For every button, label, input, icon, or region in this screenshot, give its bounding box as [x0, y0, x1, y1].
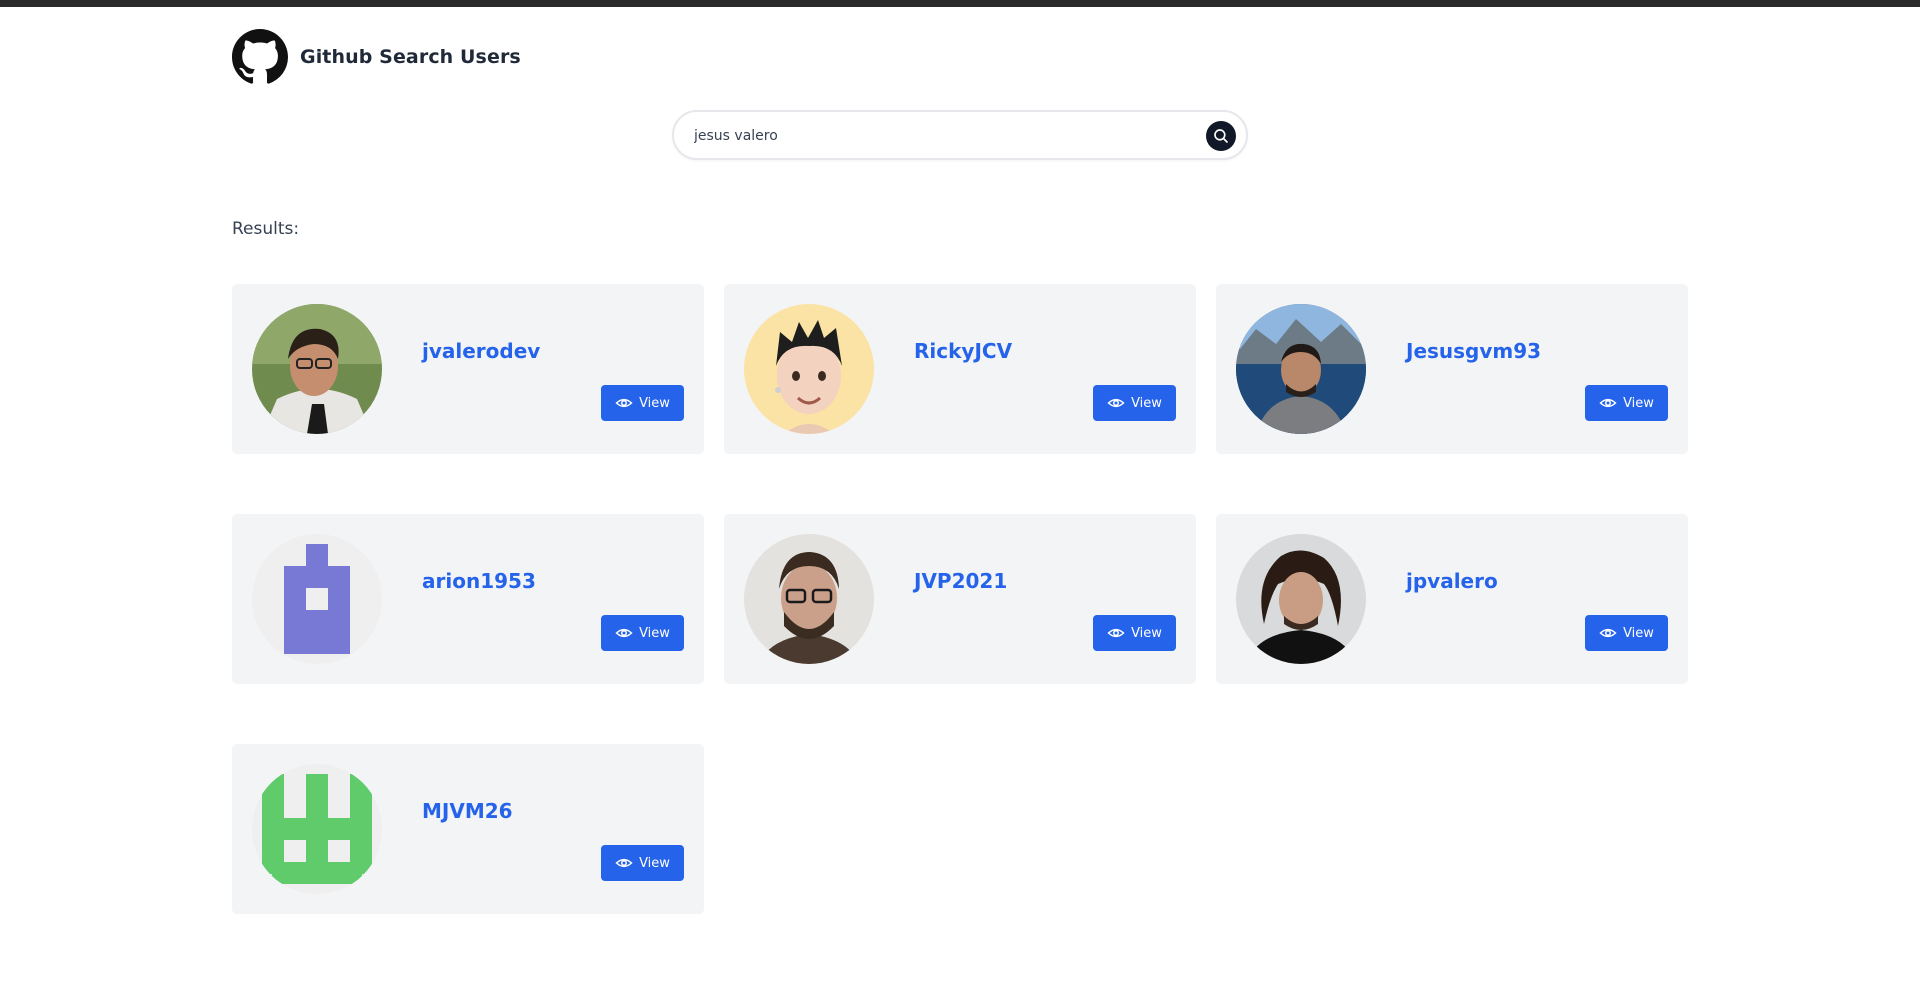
eye-icon: [615, 628, 633, 638]
user-login-link[interactable]: jvalerodev: [422, 339, 540, 363]
view-button[interactable]: View: [1093, 615, 1176, 651]
user-card: JVP2021 View: [724, 514, 1196, 684]
user-login-link[interactable]: MJVM26: [422, 799, 513, 823]
avatar-photo: [1236, 304, 1366, 434]
view-button-label: View: [1131, 625, 1162, 641]
eye-icon: [615, 398, 633, 408]
user-login-link[interactable]: RickyJCV: [914, 339, 1012, 363]
app-title: Github Search Users: [300, 46, 521, 68]
search-input[interactable]: [694, 124, 1174, 148]
view-button-label: View: [1623, 395, 1654, 411]
avatar: [744, 534, 874, 664]
view-button[interactable]: View: [1585, 385, 1668, 421]
user-card: MJVM26 View: [232, 744, 704, 914]
browser-top-bar: [0, 0, 1920, 7]
view-button-label: View: [639, 855, 670, 871]
user-card: jvalerodev View: [232, 284, 704, 454]
avatar: [1236, 304, 1366, 434]
eye-icon: [1599, 628, 1617, 638]
view-button[interactable]: View: [1585, 615, 1668, 651]
user-card: arion1953 View: [232, 514, 704, 684]
user-login-link[interactable]: arion1953: [422, 569, 536, 593]
view-button[interactable]: View: [601, 615, 684, 651]
app-header: Github Search Users: [232, 29, 521, 85]
view-button-label: View: [639, 625, 670, 641]
eye-icon: [615, 858, 633, 868]
eye-icon: [1599, 398, 1617, 408]
avatar: [252, 304, 382, 434]
view-button-label: View: [1131, 395, 1162, 411]
results-grid: jvalerodev View RickyJCV View Jesusgvm93…: [232, 284, 1689, 914]
search-bar: [672, 110, 1248, 160]
view-button[interactable]: View: [1093, 385, 1176, 421]
user-login-link[interactable]: Jesusgvm93: [1406, 339, 1541, 363]
user-login-link[interactable]: JVP2021: [914, 569, 1007, 593]
view-button-label: View: [1623, 625, 1654, 641]
avatar: [252, 764, 382, 894]
avatar-photo: [252, 304, 382, 434]
github-logo-icon[interactable]: [232, 29, 288, 85]
results-label: Results:: [232, 219, 300, 239]
search-button[interactable]: [1206, 121, 1236, 151]
user-card: RickyJCV View: [724, 284, 1196, 454]
search-icon: [1214, 129, 1228, 143]
avatar: [1236, 534, 1366, 664]
user-card: Jesusgvm93 View: [1216, 284, 1688, 454]
eye-icon: [1107, 398, 1125, 408]
avatar-identicon: [252, 534, 382, 664]
avatar-memoji: [744, 304, 874, 434]
view-button[interactable]: View: [601, 845, 684, 881]
user-login-link[interactable]: jpvalero: [1406, 569, 1498, 593]
avatar-photo: [744, 534, 874, 664]
user-card: jpvalero View: [1216, 514, 1688, 684]
view-button[interactable]: View: [601, 385, 684, 421]
eye-icon: [1107, 628, 1125, 638]
avatar: [744, 304, 874, 434]
avatar-photo: [1236, 534, 1366, 664]
avatar-identicon: [252, 764, 382, 894]
view-button-label: View: [639, 395, 670, 411]
avatar: [252, 534, 382, 664]
